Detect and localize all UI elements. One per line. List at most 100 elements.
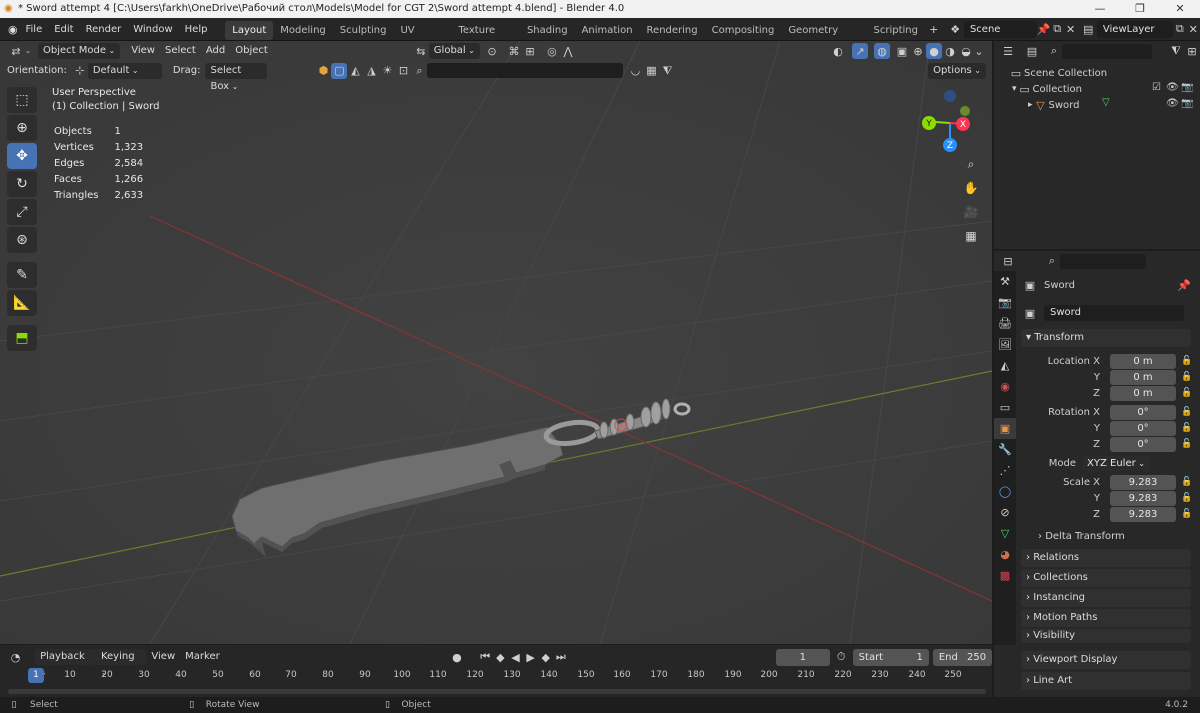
lock-icon[interactable]: 🔓 xyxy=(1181,439,1192,449)
outliner-editor-icon[interactable]: ☰ xyxy=(1000,43,1016,59)
rotate-tool[interactable]: ↻ xyxy=(7,171,37,197)
move-tool[interactable]: ✥ xyxy=(7,143,37,169)
line-art-section-header[interactable]: › Line Art xyxy=(1021,672,1191,690)
scene-icon[interactable]: ❖ xyxy=(948,21,962,37)
jump-start-icon[interactable]: ⏮ xyxy=(478,649,493,665)
current-frame-field[interactable]: 1 xyxy=(776,648,830,666)
pan-hand-icon[interactable]: ✋ xyxy=(960,177,982,199)
outliner-row-collection[interactable]: ▾ ▭ Collection ☑ 👁 📷 xyxy=(994,81,1200,97)
search-icon[interactable]: ⌕ xyxy=(1044,253,1060,269)
particles-tab-icon[interactable]: ⋰ xyxy=(994,460,1016,481)
scene-selector[interactable]: Scene xyxy=(963,20,1037,38)
play-reverse-icon[interactable]: ◀ xyxy=(508,649,523,665)
tab-layout[interactable]: Layout xyxy=(225,20,274,40)
gizmo-toggle-icon[interactable]: ↗ xyxy=(852,43,868,59)
search-icon[interactable]: ⌕ xyxy=(411,63,427,79)
menu-window[interactable]: Window xyxy=(127,18,178,41)
marker-menu[interactable]: Marker xyxy=(180,649,225,665)
delete-scene-icon[interactable]: ✕ xyxy=(1064,21,1078,37)
outliner-row-scene-collection[interactable]: ▭ Scene Collection xyxy=(994,65,1200,81)
add-workspace-icon[interactable]: + xyxy=(927,21,941,37)
timeline-scrollbar[interactable] xyxy=(8,689,986,694)
lock-icon[interactable]: 🔓 xyxy=(1181,356,1192,366)
collection-tab-icon[interactable]: ▭ xyxy=(994,397,1016,418)
jump-keyframe-forward-icon[interactable]: ◆ xyxy=(538,649,553,665)
search-icon[interactable]: ⌕ xyxy=(1046,43,1062,59)
tab-compositing[interactable]: Compositing xyxy=(705,21,782,40)
playback-menu[interactable]: Playback xyxy=(35,649,96,665)
filter-mesh-icon[interactable]: ◭ xyxy=(347,63,363,79)
color-picker-icon[interactable]: ⬢ xyxy=(315,63,331,79)
display-mode-icon[interactable]: ▤ xyxy=(1024,43,1040,59)
snap-icon[interactable]: ⌘ xyxy=(506,43,522,59)
transform-orientation-icon[interactable]: ⇆ xyxy=(413,43,429,59)
editor-type-icon[interactable]: ⇄ xyxy=(8,43,24,59)
location-z-field[interactable]: 0 m xyxy=(1110,386,1176,401)
delta-transform-header[interactable]: › Delta Transform xyxy=(1038,531,1125,542)
solid-shading-icon[interactable]: ● xyxy=(926,43,942,59)
outliner-row-sword[interactable]: ▸ ▽ Sword ▽ 👁 📷 xyxy=(994,97,1200,113)
snap-target-icon[interactable]: ⊞ xyxy=(522,43,538,59)
filter-curve-icon[interactable]: ◮ xyxy=(363,63,379,79)
instancing-section-header[interactable]: › Instancing xyxy=(1021,589,1191,607)
rendered-shading-icon[interactable]: ◒ xyxy=(958,43,974,59)
object-tab-icon[interactable]: ▣ xyxy=(994,418,1016,439)
keying-menu[interactable]: Keying xyxy=(95,649,147,665)
render-tab-icon[interactable]: 📷 xyxy=(994,292,1016,313)
transform-tool[interactable]: ⊛ xyxy=(7,227,37,253)
material-tab-icon[interactable]: ◕ xyxy=(994,544,1016,565)
object-mode-dropdown[interactable]: Object Mode xyxy=(38,43,121,59)
new-scene-icon[interactable]: ⧉ xyxy=(1050,21,1064,37)
select-mode-icon[interactable]: ▢ xyxy=(331,62,348,79)
cursor-tool[interactable]: ⊕ xyxy=(7,115,37,141)
data-tab-icon[interactable]: ▽ xyxy=(994,523,1016,544)
blender-menu-icon[interactable]: ◉ xyxy=(6,21,20,37)
viewport-display-section-header[interactable]: › Viewport Display xyxy=(1021,651,1191,669)
shading-options-icon[interactable]: ⌄ xyxy=(974,43,984,59)
falloff-icon[interactable]: ⋀ xyxy=(560,43,576,59)
camera-view-icon[interactable]: 🎥 xyxy=(960,201,982,223)
transform-section-header[interactable]: ▾ Transform xyxy=(1021,329,1191,347)
menu-render[interactable]: Render xyxy=(80,18,128,41)
pin-icon[interactable]: 📌 xyxy=(1176,277,1192,293)
navigation-gizmo[interactable]: X Y Z xyxy=(915,87,975,153)
menu-view[interactable]: View xyxy=(126,43,160,59)
visibility-icon[interactable]: ◐ xyxy=(830,43,846,59)
drag-dropdown[interactable]: Select Box xyxy=(205,62,268,92)
stopwatch-icon[interactable]: ⏱ xyxy=(834,649,849,665)
tab-shading[interactable]: Shading xyxy=(520,21,575,40)
relations-section-header[interactable]: › Relations xyxy=(1021,549,1191,567)
close-icon[interactable]: ✕ xyxy=(1160,0,1200,18)
lock-icon[interactable]: 🔓 xyxy=(1181,372,1192,382)
tab-uv-editing[interactable]: UV Editing xyxy=(393,21,451,55)
tool-tab-icon[interactable]: ⚒ xyxy=(994,271,1016,292)
rotation-x-field[interactable]: 0° xyxy=(1110,405,1176,420)
modifier-tab-icon[interactable]: 🔧 xyxy=(994,439,1016,460)
lock-icon[interactable]: 🔓 xyxy=(1181,493,1192,503)
pivot-point-icon[interactable]: ⊙ xyxy=(484,43,500,59)
menu-add[interactable]: Add xyxy=(201,43,230,59)
maximize-icon[interactable]: ❐ xyxy=(1120,0,1160,18)
end-frame-field[interactable]: End 250 xyxy=(932,648,993,666)
tab-texture-paint[interactable]: Texture Paint xyxy=(452,21,520,55)
annotate-tool[interactable]: ✎ xyxy=(7,262,37,288)
menu-select[interactable]: Select xyxy=(160,43,201,59)
view-layer-tab-icon[interactable]: 🖼 xyxy=(994,334,1016,355)
outliner-search-input[interactable] xyxy=(1062,43,1152,59)
chevron-down-icon[interactable]: ⌄ xyxy=(24,43,32,59)
location-x-field[interactable]: 0 m xyxy=(1110,354,1176,369)
material-shading-icon[interactable]: ◑ xyxy=(942,43,958,59)
measure-tool[interactable]: 📐 xyxy=(7,290,37,316)
frame-ruler[interactable]: 1 10 20 30 40 50 60 70 80 90 100 110 120… xyxy=(0,668,992,686)
constraints-tab-icon[interactable]: ⊘ xyxy=(994,502,1016,523)
tab-sculpting[interactable]: Sculpting xyxy=(333,21,394,40)
add-cube-tool[interactable]: ⬒ xyxy=(7,325,37,351)
texture-tab-icon[interactable]: ▩ xyxy=(994,565,1016,586)
lock-icon[interactable]: 🔓 xyxy=(1181,407,1192,417)
lock-icon[interactable]: 🔓 xyxy=(1181,388,1192,398)
new-view-layer-icon[interactable]: ⧉ xyxy=(1173,21,1187,37)
display-mode-icon[interactable]: ▦ xyxy=(643,63,659,79)
rotation-y-field[interactable]: 0° xyxy=(1110,421,1176,436)
zoom-icon[interactable]: ⌕ xyxy=(960,153,982,175)
jump-keyframe-back-icon[interactable]: ◆ xyxy=(493,649,508,665)
